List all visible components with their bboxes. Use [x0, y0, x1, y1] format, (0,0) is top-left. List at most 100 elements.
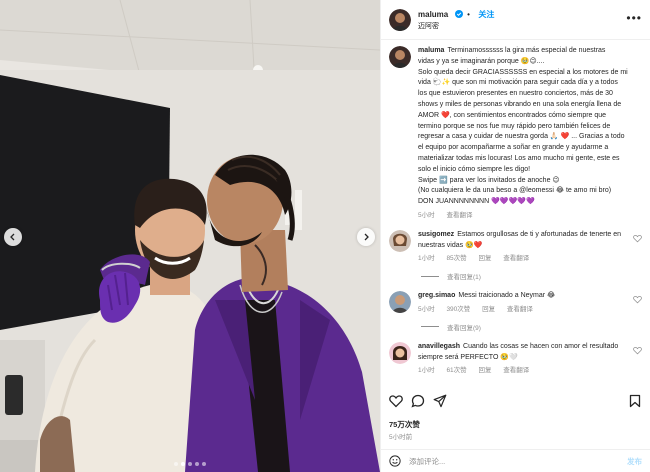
carousel-indicator: [0, 462, 380, 466]
caption-line-text: el equipo por acompañarme a soñar en gra…: [418, 144, 609, 152]
caption-line-text: vidas y ya se imaginarán porque 🥹😉....: [418, 57, 545, 65]
caption-line: materializar todas mis locuras! Los amo …: [418, 154, 642, 165]
avatar[interactable]: [389, 291, 411, 314]
comments-list: maluma Terminamossssss la gira más especi…: [381, 41, 650, 386]
comment-text: Messi traicionado a Neymar 😂: [458, 292, 556, 300]
save-bookmark-icon[interactable]: [628, 394, 642, 408]
comment-item: susigomez Estamos orgullosas de ti y afor…: [389, 229, 642, 265]
post-photo: [0, 0, 380, 472]
photo-illustration: [0, 0, 380, 472]
comment-like-count[interactable]: 85次赞: [446, 255, 466, 262]
caption-line: DON JUANNNNNNNN 💜💜💜💜💜: [418, 197, 642, 208]
comment-reply-button[interactable]: 回复: [482, 306, 495, 313]
comment-like-heart-icon[interactable]: [633, 346, 642, 355]
caption-line: Swipe ➡️ para ver los invitados de anoch…: [418, 176, 642, 187]
avatar[interactable]: [389, 341, 411, 364]
caption-line: los que estuvieron presentes en nuestro …: [418, 89, 642, 100]
comment-translate-link[interactable]: 查看翻译: [507, 306, 533, 313]
replies-divider: [421, 326, 439, 328]
post-action-bar: [389, 392, 642, 410]
post-caption: maluma Terminamossssss la gira más especi…: [389, 46, 642, 222]
follow-button[interactable]: 关注: [478, 10, 494, 19]
carousel-dot: [188, 462, 192, 466]
avatar[interactable]: [389, 229, 411, 252]
avatar[interactable]: [389, 8, 411, 31]
caption-line-text: Terminamossssss la gira más especial de …: [447, 47, 606, 54]
comment-time: 5小时: [418, 305, 435, 313]
caption-line: el equipo por acompañarme a soñar en gra…: [418, 143, 642, 154]
comment-like-count[interactable]: 390次赞: [446, 306, 470, 313]
caption-time: 5小时: [418, 211, 435, 219]
caption-translate-link[interactable]: 查看翻译: [446, 212, 472, 219]
caption-line: solo el inicio cómo siempre les digo!: [418, 165, 642, 176]
post-timestamp: 5小时前: [389, 434, 413, 441]
caption-line-text: solo el inicio cómo siempre les digo!: [418, 165, 531, 173]
add-comment-bar: 发布: [381, 449, 650, 472]
comment-translate-link[interactable]: 查看翻译: [503, 367, 529, 374]
caption-line-text: vida 🐑✨ que son mi motivación para segui…: [418, 79, 618, 87]
caption-line: vidas y ya se imaginarán porque 🥹😉....: [418, 57, 642, 68]
comment-like-heart-icon[interactable]: [633, 295, 642, 304]
carousel-dot: [202, 462, 206, 466]
replies-divider: [421, 275, 439, 277]
caption-line-text: materializar todas mis locuras! Los amo …: [418, 154, 620, 162]
comment-username[interactable]: susigomez: [418, 231, 454, 238]
caption-line-text: regresar a casa y cuidar de nuestra gord…: [418, 133, 625, 141]
caption-line-text: Solo queda decir GRACIASSSSSS en especia…: [418, 68, 628, 76]
emoji-smiley-icon[interactable]: [389, 455, 401, 467]
instagram-post-modal: maluma • 关注 迈阿密 ••• maluma Terminamossss…: [0, 0, 650, 472]
post-comment-button[interactable]: 发布: [627, 456, 642, 467]
like-heart-icon[interactable]: [389, 394, 403, 408]
caption-line: (No cualquiera le da una beso a @leomess…: [418, 186, 642, 197]
carousel-next-button[interactable]: [357, 228, 375, 246]
caption-line-text: AMOR ❤️, con sentimientos encontrados có…: [418, 111, 607, 119]
caption-line: Solo queda decir GRACIASSSSSS en especia…: [418, 68, 642, 79]
caption-line: maluma Terminamossssss la gira más especi…: [418, 46, 642, 57]
share-paper-plane-icon[interactable]: [433, 394, 447, 408]
comment-like-heart-icon[interactable]: [633, 234, 642, 243]
post-author-username[interactable]: maluma: [418, 10, 448, 19]
post-like-count[interactable]: 75万次赞: [389, 419, 420, 430]
caption-line: termino porque se nos fue muy rápido per…: [418, 122, 642, 133]
avatar[interactable]: [389, 46, 411, 68]
comment-like-count[interactable]: 61次赞: [446, 367, 466, 374]
post-sidebar: maluma • 关注 迈阿密 ••• maluma Terminamossss…: [380, 0, 650, 472]
post-location[interactable]: 迈阿密: [418, 21, 494, 33]
caption-line-text: termino porque se nos fue muy rápido per…: [418, 122, 611, 130]
caption-line-text: shows y miles de personas vibrando en un…: [418, 100, 622, 108]
chevron-left-icon: [10, 233, 15, 241]
caption-text: maluma Terminamossssss la gira más especi…: [418, 46, 642, 208]
comment-bubble-icon[interactable]: [411, 394, 425, 408]
comment-time: 1小时: [418, 367, 435, 375]
post-header: maluma • 关注 迈阿密 •••: [381, 0, 650, 40]
carousel-dot: [174, 462, 178, 466]
comment-input[interactable]: [409, 456, 627, 466]
carousel-dot: [195, 462, 199, 466]
comment-username[interactable]: anavillegash: [418, 343, 460, 350]
caption-line-text: Swipe ➡️ para ver los invitados de anoch…: [418, 176, 560, 184]
view-replies-label: 查看回复(1): [447, 274, 481, 282]
comment-translate-link[interactable]: 查看翻译: [503, 255, 529, 262]
comment-item: anavillegash Cuando las cosas se hacen co…: [389, 341, 642, 377]
comment-username[interactable]: greg.simao: [418, 292, 455, 299]
carousel-dot: [181, 462, 185, 466]
caption-line-text: los que estuvieron presentes en nuestro …: [418, 90, 613, 98]
view-replies-button[interactable]: 查看回复(1): [421, 271, 642, 281]
comment-reply-button[interactable]: 回复: [478, 255, 491, 262]
view-replies-label: 查看回复(9): [447, 324, 481, 332]
caption-line-text: DON JUANNNNNNNN 💜💜💜💜💜: [418, 198, 535, 206]
comment-item: greg.simao Messi traicionado a Neymar 😂 5…: [389, 291, 642, 316]
caption-line: AMOR ❤️, con sentimientos encontrados có…: [418, 111, 642, 122]
chevron-right-icon: [364, 233, 369, 241]
verified-badge-icon: [454, 9, 463, 18]
caption-line-text: (No cualquiera le da una beso a @leomess…: [418, 187, 612, 195]
more-options-icon[interactable]: •••: [626, 12, 642, 24]
carousel-prev-button[interactable]: [4, 228, 22, 246]
comment-time: 1小时: [418, 255, 435, 263]
caption-line: vida 🐑✨ que son mi motivación para segui…: [418, 78, 642, 89]
caption-line: shows y miles de personas vibrando en un…: [418, 100, 642, 111]
caption-username[interactable]: maluma: [418, 47, 444, 54]
comment-reply-button[interactable]: 回复: [478, 367, 491, 374]
view-replies-button[interactable]: 查看回复(9): [421, 322, 642, 332]
caption-line: regresar a casa y cuidar de nuestra gord…: [418, 132, 642, 143]
